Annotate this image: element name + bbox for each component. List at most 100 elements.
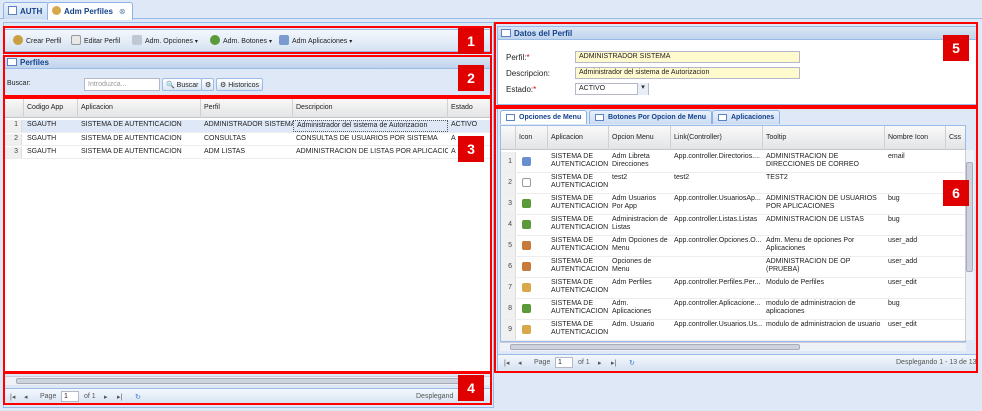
table-row[interactable]: 5 SISTEMA DE AUTENTICACION Adm Opciones de… bbox=[501, 236, 965, 257]
row-number: 1 bbox=[4, 120, 22, 132]
col-estado[interactable]: Estado bbox=[448, 98, 492, 118]
tab-auth[interactable]: AUTH bbox=[3, 2, 50, 19]
col-codigo-app[interactable]: Codigo App bbox=[24, 98, 78, 118]
refresh-icon[interactable]: ↻ bbox=[629, 359, 635, 367]
page-label: Page bbox=[534, 359, 551, 366]
opciones-vscroll[interactable] bbox=[965, 150, 974, 340]
table-row[interactable]: 8 SISTEMA DE AUTENTICACION Adm. Aplicacion… bbox=[501, 299, 965, 320]
search-input[interactable]: Introduzca... bbox=[84, 78, 160, 91]
estado-select[interactable]: ACTIVO ▾ bbox=[575, 83, 649, 95]
bug-icon bbox=[522, 220, 531, 229]
table-row[interactable]: 3 SISTEMA DE AUTENTICACION Adm Usuarios Po… bbox=[501, 194, 965, 215]
editar-perfil-button[interactable]: Editar Perfil bbox=[71, 35, 120, 45]
col-descripcion[interactable]: Descripcion bbox=[293, 98, 448, 118]
col-aplicacion[interactable]: Aplicacion bbox=[78, 98, 201, 118]
cell-tooltip: Modulo de Perfiles bbox=[766, 279, 824, 286]
scroll-thumb[interactable] bbox=[16, 378, 476, 384]
opciones-grid: Icon Aplicacion Opcion Menu Link(Control… bbox=[500, 125, 966, 342]
refresh-icon[interactable]: ↻ bbox=[135, 393, 141, 401]
last-page-icon[interactable]: ▸| bbox=[611, 359, 616, 367]
page-of: of 1 bbox=[84, 393, 96, 400]
adm-opciones-label: Adm. Opciones bbox=[145, 38, 193, 45]
table-row[interactable]: 7 SISTEMA DE AUTENTICACION Adm Perfiles App… bbox=[501, 278, 965, 299]
col-aplicacion[interactable]: Aplicacion bbox=[548, 126, 609, 150]
opciones-grid-header: Icon Aplicacion Opcion Menu Link(Control… bbox=[501, 126, 965, 150]
cell-link: App.controller.Aplicacione... bbox=[674, 300, 761, 307]
page-input[interactable]: 1 bbox=[555, 357, 573, 368]
buscar-button[interactable]: 🔍 Buscar bbox=[162, 78, 203, 91]
cell-app: SISTEMA DE AUTENTICACION bbox=[551, 279, 609, 294]
user-add-icon bbox=[522, 262, 531, 271]
cell-nombre: bug bbox=[888, 300, 900, 307]
apps-icon bbox=[279, 35, 289, 45]
cell-n: 9 bbox=[501, 320, 516, 340]
perfiles-grid: Codigo App Aplicacion Perfil Descripcion… bbox=[4, 98, 492, 374]
perfiles-hscroll[interactable] bbox=[4, 376, 492, 385]
user-add-icon bbox=[522, 241, 531, 250]
cell-tooltip: ADMINISTRACION DE USUARIOS POR APLICACIO… bbox=[766, 195, 877, 210]
tab-aplicaciones[interactable]: Aplicaciones bbox=[712, 110, 781, 124]
table-row[interactable]: 2 SISTEMA DE AUTENTICACION test2 test2 TEST2 bbox=[501, 173, 965, 194]
first-page-icon[interactable]: |◂ bbox=[10, 393, 15, 401]
adm-botones-button[interactable]: Adm. Botones ▾ bbox=[210, 35, 272, 45]
page-input[interactable]: 1 bbox=[61, 391, 79, 402]
table-row[interactable]: 6 SISTEMA DE AUTENTICACION Opciones de Men… bbox=[501, 257, 965, 278]
col-opcion-menu[interactable]: Opcion Menu bbox=[609, 126, 671, 150]
tab-adm-perfiles[interactable]: Adm Perfiles ⊗ bbox=[47, 2, 133, 20]
table-row[interactable]: 4 SISTEMA DE AUTENTICACION Administracion … bbox=[501, 215, 965, 236]
tab-auth-label: AUTH bbox=[20, 7, 43, 16]
cell-app: SISTEMA DE AUTENTICACION bbox=[551, 237, 609, 252]
search-icon: 🔍 bbox=[166, 82, 175, 89]
last-page-icon[interactable]: ▸| bbox=[117, 393, 122, 401]
scroll-thumb[interactable] bbox=[510, 344, 800, 350]
col-icon[interactable]: Icon bbox=[516, 126, 548, 150]
perfil-field[interactable]: ADMINISTRADOR SISTEMA bbox=[575, 51, 800, 63]
col-perfil[interactable]: Perfil bbox=[201, 98, 293, 118]
grid-icon bbox=[595, 114, 604, 121]
cell-aplicacion: SISTEMA DE AUTENTICACION bbox=[81, 148, 182, 155]
first-page-icon[interactable]: |◂ bbox=[504, 359, 509, 367]
create-icon bbox=[13, 35, 23, 45]
table-row[interactable]: 1 SISTEMA DE AUTENTICACION Adm Libreta Dir… bbox=[501, 152, 965, 173]
table-row[interactable]: 1 SGAUTH SISTEMA DE AUTENTICACION ADMINI… bbox=[4, 120, 492, 133]
table-row[interactable]: 9 SISTEMA DE AUTENTICACION Adm. Usuario App… bbox=[501, 320, 965, 341]
tab-opciones-label: Opciones de Menu bbox=[519, 114, 582, 121]
historicos-button[interactable]: ⚙ Historicos bbox=[216, 78, 263, 91]
form-icon bbox=[501, 29, 511, 37]
descripcion-field[interactable]: Administrador del sistema de Autorizacio… bbox=[575, 67, 800, 79]
col-css[interactable]: Css bbox=[946, 126, 965, 150]
prev-page-icon[interactable]: ◂ bbox=[518, 359, 522, 367]
cell-n: 1 bbox=[501, 152, 516, 172]
cell-tooltip: Adm. Menu de opciones Por Aplicaciones bbox=[766, 237, 855, 252]
col-nombre-icon[interactable]: Nombre Icon bbox=[885, 126, 946, 150]
next-page-icon[interactable]: ▸ bbox=[104, 393, 108, 401]
tab-opciones-menu[interactable]: Opciones de Menu bbox=[500, 110, 588, 124]
tab-botones-label: Botones Por Opcion de Menu bbox=[608, 114, 707, 121]
scroll-thumb[interactable] bbox=[966, 162, 973, 272]
bug-icon bbox=[522, 304, 531, 313]
cell-opcion: Administracion de Listas bbox=[612, 216, 668, 231]
col-link[interactable]: Link(Controller) bbox=[671, 126, 763, 150]
close-tab-icon[interactable]: ⊗ bbox=[119, 7, 126, 16]
next-page-icon[interactable]: ▸ bbox=[598, 359, 602, 367]
table-row[interactable]: 2 SGAUTH SISTEMA DE AUTENTICACION CONSUL… bbox=[4, 134, 492, 146]
chevron-down-icon[interactable]: ▾ bbox=[637, 83, 648, 95]
cell-nombre: email bbox=[888, 153, 905, 160]
adm-aplicaciones-button[interactable]: Adm Aplicaciones ▾ bbox=[279, 35, 352, 45]
blank-icon bbox=[522, 178, 531, 187]
cell-nombre: bug bbox=[888, 195, 900, 202]
gear-icon: ⚙ bbox=[205, 82, 212, 89]
tab-botones-opcion[interactable]: Botones Por Opcion de Menu bbox=[589, 110, 713, 124]
opciones-hscroll[interactable] bbox=[500, 342, 966, 351]
callout-4: 4 bbox=[458, 375, 484, 401]
col-tooltip[interactable]: Tooltip bbox=[763, 126, 885, 150]
table-row[interactable]: 3 SGAUTH SISTEMA DE AUTENTICACION ADM LI… bbox=[4, 147, 492, 159]
adm-aplicaciones-label: Adm Aplicaciones bbox=[292, 38, 348, 45]
chevron-down-icon: ▾ bbox=[268, 39, 272, 45]
row-number: 3 bbox=[4, 147, 22, 158]
refresh-search-button[interactable]: ⚙ bbox=[201, 78, 214, 91]
adm-opciones-button[interactable]: Adm. Opciones ▾ bbox=[132, 35, 198, 45]
crear-perfil-button[interactable]: Crear Perfil bbox=[13, 35, 61, 45]
prev-page-icon[interactable]: ◂ bbox=[24, 393, 28, 401]
cell-nombre: user_add bbox=[888, 237, 918, 244]
